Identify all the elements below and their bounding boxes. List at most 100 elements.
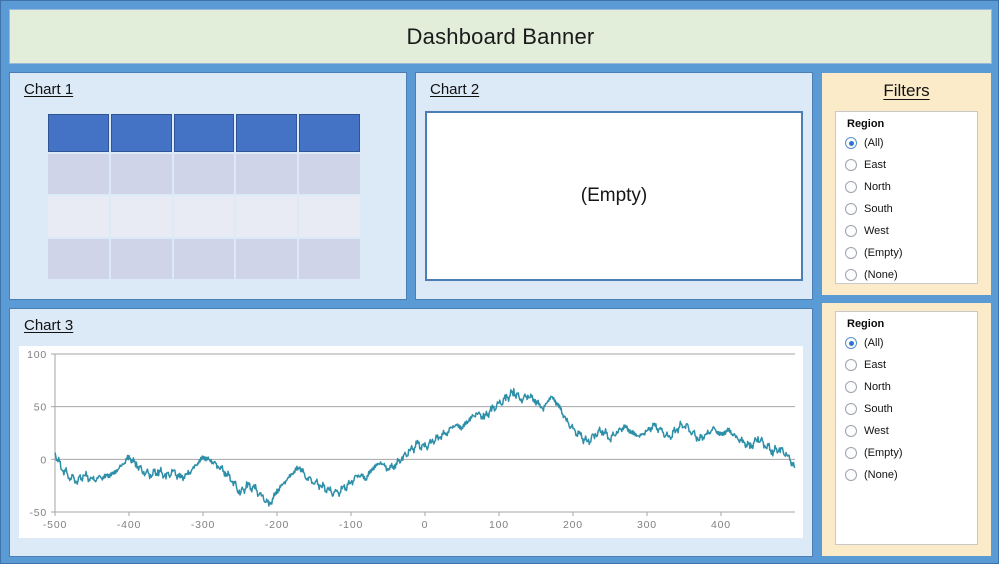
filter-card-secondary: Region (All) East North South West (Empty) (No…: [821, 302, 992, 557]
x-tick-label: -100: [339, 519, 363, 531]
filter-radio-option[interactable]: (Empty): [845, 242, 977, 264]
filter-option-label: (All): [864, 337, 884, 349]
filter-radio-option[interactable]: (Empty): [845, 442, 977, 464]
radio-button-icon[interactable]: [845, 159, 857, 171]
filter-heading-2: Region: [847, 318, 885, 330]
filter-card-primary: Filters Region (All) East North South West (E…: [821, 72, 992, 296]
filter-radio-option[interactable]: East: [845, 154, 977, 176]
filter-option-label: South: [864, 403, 893, 415]
filter-option-label: East: [864, 359, 887, 371]
x-tick-label: 200: [563, 519, 583, 531]
y-tick-label: 50: [34, 402, 47, 414]
filter-options-2[interactable]: (All) East North South West (Empty) (None): [845, 332, 977, 486]
table-cell[interactable]: [110, 154, 172, 195]
chart2-empty-label: (Empty): [580, 185, 648, 206]
chart2-plot-area[interactable]: (Empty): [425, 111, 803, 281]
dashboard-banner: Dashboard Banner: [9, 9, 992, 64]
filter-radio-option[interactable]: South: [845, 198, 977, 220]
table-row[interactable]: [48, 196, 360, 237]
filter-radio-option[interactable]: (All): [845, 332, 977, 354]
radio-button-icon[interactable]: [845, 181, 857, 193]
y-tick-label: 100: [27, 349, 47, 361]
radio-button-icon[interactable]: [845, 469, 857, 481]
table-cell[interactable]: [173, 238, 235, 279]
filter-option-label: (Empty): [864, 447, 903, 459]
filter-option-label: (Empty): [864, 247, 903, 259]
radio-button-icon[interactable]: [845, 225, 857, 237]
table-cell[interactable]: [299, 154, 360, 195]
table-cell[interactable]: [110, 238, 172, 279]
radio-button-icon[interactable]: [845, 425, 857, 437]
filter-radio-option[interactable]: (None): [845, 264, 977, 286]
x-tick-label: 100: [489, 519, 509, 531]
table-cell[interactable]: [299, 196, 360, 237]
filter-option-label: West: [864, 425, 889, 437]
radio-button-icon[interactable]: [845, 403, 857, 415]
table-cell[interactable]: [299, 238, 360, 279]
chart1-data-table[interactable]: [46, 112, 362, 281]
filter-heading-1: Region: [847, 118, 885, 130]
chart3-line-chart[interactable]: -50 0 50 100 -500 -400 -300 -200 -100 0 100 200 300 4…: [19, 346, 803, 538]
filter-option-label: (None): [864, 269, 898, 281]
y-tick-label: 0: [40, 454, 47, 466]
filter-radio-option[interactable]: North: [845, 376, 977, 398]
filter-region-box-1[interactable]: Region (All) East North South West (Empty) (No…: [835, 111, 978, 284]
dashboard-root: Dashboard Banner Chart 1 Chart 2 (Empty)…: [0, 0, 999, 564]
filter-option-label: North: [864, 381, 891, 393]
x-tick-label: 300: [637, 519, 657, 531]
table-header-cell: [236, 114, 298, 153]
filter-option-label: South: [864, 203, 893, 215]
filter-radio-option[interactable]: (All): [845, 132, 977, 154]
table-cell[interactable]: [173, 196, 235, 237]
table-cell[interactable]: [48, 196, 109, 237]
filters-column: Filters Region (All) East North South West (E…: [821, 72, 992, 557]
filters-title: Filters: [883, 81, 930, 100]
filter-option-label: North: [864, 181, 891, 193]
table-header-cell: [299, 114, 360, 153]
radio-button-icon[interactable]: [845, 203, 857, 215]
chart3-title: Chart 3: [24, 317, 74, 334]
table-cell[interactable]: [110, 196, 172, 237]
x-tick-label: -500: [43, 519, 67, 531]
filter-option-label: (All): [864, 137, 884, 149]
x-tick-label: -200: [265, 519, 289, 531]
table-cell[interactable]: [48, 238, 109, 279]
filter-option-label: (None): [864, 469, 898, 481]
y-tick-label: -50: [29, 507, 47, 519]
filter-radio-option[interactable]: North: [845, 176, 977, 198]
table-row[interactable]: [48, 154, 360, 195]
table-cell[interactable]: [236, 196, 298, 237]
radio-button-icon[interactable]: [845, 247, 857, 259]
filter-radio-option[interactable]: East: [845, 354, 977, 376]
filter-radio-option[interactable]: South: [845, 398, 977, 420]
filter-radio-option[interactable]: West: [845, 420, 977, 442]
filter-option-label: West: [864, 225, 889, 237]
table-cell[interactable]: [236, 238, 298, 279]
table-cell[interactable]: [173, 154, 235, 195]
table-header-cell: [173, 114, 235, 153]
table-header-cell: [48, 114, 109, 153]
radio-button-icon[interactable]: [845, 137, 857, 149]
filter-option-label: East: [864, 159, 887, 171]
filter-options-1[interactable]: (All) East North South West (Empty) (None): [845, 132, 977, 286]
filter-radio-option[interactable]: West: [845, 220, 977, 242]
chart1-title: Chart 1: [24, 81, 74, 98]
chart3-svg: -50050100-500 -400 -300 -200 -100 0 100 200 300 4…: [27, 349, 796, 531]
radio-button-icon[interactable]: [845, 359, 857, 371]
banner-title: Dashboard Banner: [406, 23, 595, 49]
x-tick-label: -300: [191, 519, 215, 531]
table-cell[interactable]: [236, 154, 298, 195]
filter-radio-option[interactable]: (None): [845, 464, 977, 486]
x-tick-label: 0: [422, 519, 429, 531]
radio-button-icon[interactable]: [845, 269, 857, 281]
chart2-title: Chart 2: [430, 81, 480, 98]
x-tick-label: 400: [711, 519, 731, 531]
radio-button-icon[interactable]: [845, 337, 857, 349]
table-row[interactable]: [48, 238, 360, 279]
x-tick-label: -400: [117, 519, 141, 531]
radio-button-icon[interactable]: [845, 381, 857, 393]
table-cell[interactable]: [48, 154, 109, 195]
radio-button-icon[interactable]: [845, 447, 857, 459]
table-header-row: [48, 114, 360, 153]
filter-region-box-2[interactable]: Region (All) East North South West (Empty) (No…: [835, 311, 978, 545]
